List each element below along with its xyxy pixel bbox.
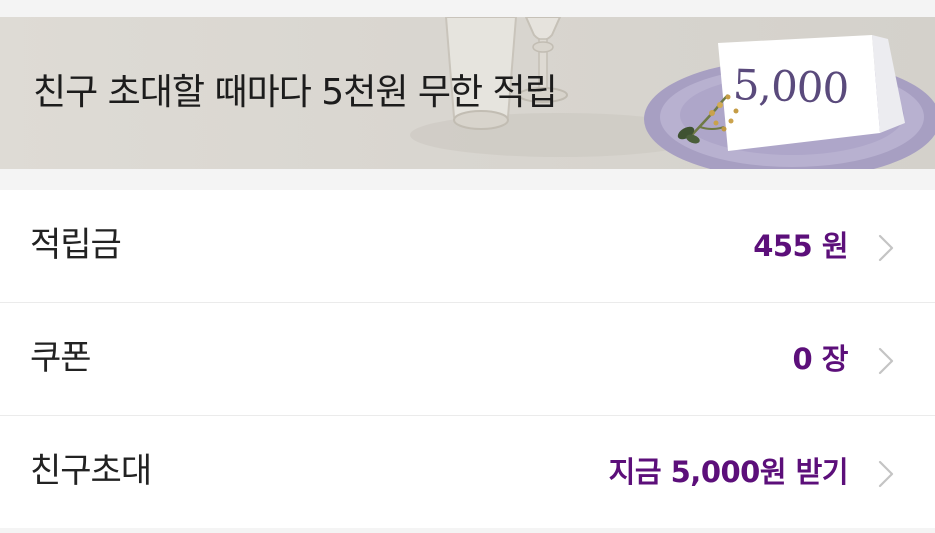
place-card-amount: 5,000 xyxy=(732,60,850,113)
app-page: 5,000 친구 초대할 때마다 5천원 무한 적립 적립금 455 원 쿠폰 … xyxy=(0,0,935,533)
points-value: 455 원 xyxy=(753,229,848,263)
menu-item-label: 친구초대 xyxy=(30,451,152,491)
menu-item-coupons[interactable]: 쿠폰 0 장 xyxy=(0,302,935,415)
chevron-right-icon xyxy=(878,460,894,488)
menu-item-invite-friends[interactable]: 친구초대 지금 5,000원 받기 xyxy=(0,415,935,528)
chevron-right-icon xyxy=(878,347,894,375)
menu-item-label: 적립금 xyxy=(30,225,122,265)
menu-item-label: 쿠폰 xyxy=(30,338,92,378)
coupons-value: 0 장 xyxy=(792,342,849,376)
account-menu-list: 적립금 455 원 쿠폰 0 장 친구초대 지금 5,000원 받기 xyxy=(0,190,935,528)
chevron-right-icon xyxy=(878,234,894,262)
invite-reward-value: 지금 5,000원 받기 xyxy=(608,455,849,489)
menu-item-points[interactable]: 적립금 455 원 xyxy=(0,190,935,302)
banner-title: 친구 초대할 때마다 5천원 무한 적립 xyxy=(33,72,558,113)
invite-friend-banner[interactable]: 5,000 친구 초대할 때마다 5천원 무한 적립 xyxy=(0,17,935,169)
